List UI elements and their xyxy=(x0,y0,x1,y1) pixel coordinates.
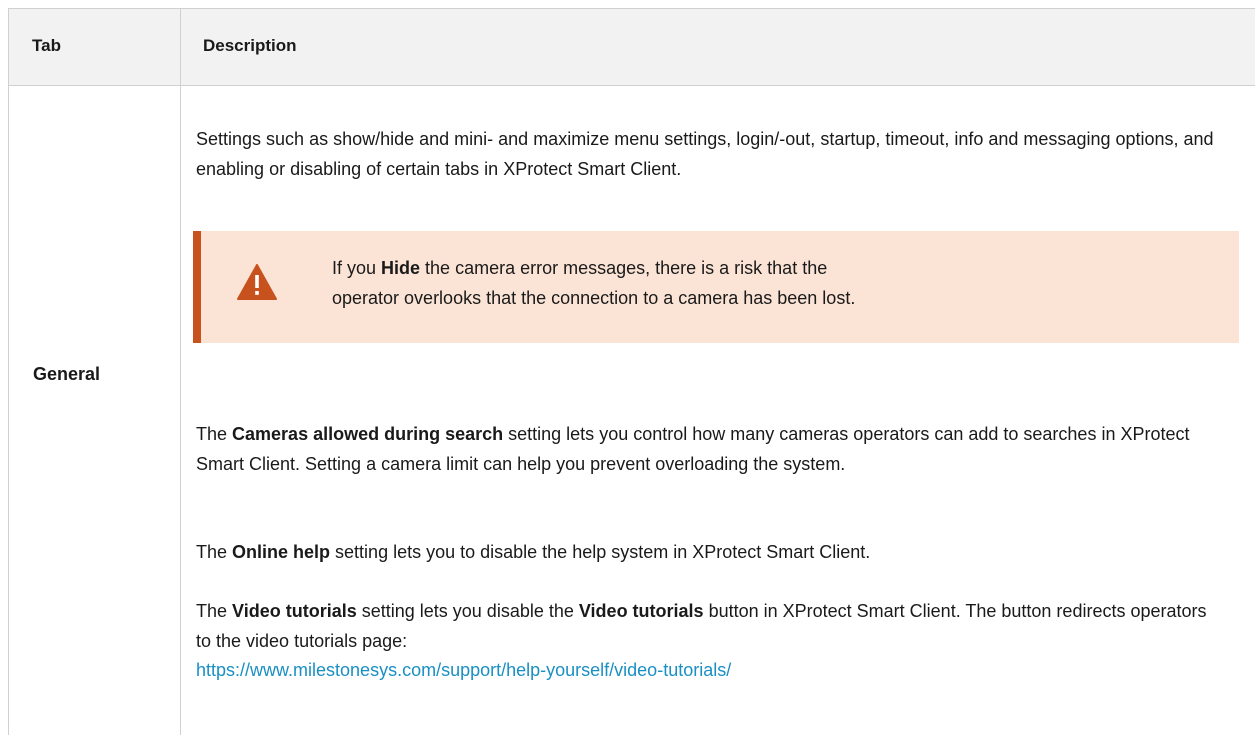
note-text-line2: operator overlooks that the connection t… xyxy=(332,288,856,308)
text-bold-1: Video tutorials xyxy=(232,601,357,621)
warning-icon xyxy=(237,264,277,300)
text-bold: Cameras allowed during search xyxy=(232,424,504,444)
column-divider xyxy=(180,9,181,735)
text-post: setting lets you to disable the help sys… xyxy=(330,542,871,562)
description-paragraph-2: The Cameras allowed during search settin… xyxy=(196,420,1226,479)
text-pre: The xyxy=(196,601,233,621)
description-paragraph-3: The Online help setting lets you to disa… xyxy=(196,538,1226,568)
note-text-post: the camera error messages, there is a ri… xyxy=(420,258,828,278)
text-bold-2: Video tutorials xyxy=(578,601,704,621)
warning-note: If you Hide the camera error messages, t… xyxy=(193,231,1239,343)
video-tutorials-link[interactable]: https://www.milestonesys.com/support/hel… xyxy=(196,660,731,680)
note-text-pre: If you xyxy=(332,258,382,278)
warning-text: If you Hide the camera error messages, t… xyxy=(332,253,1182,313)
text-mid: setting lets you disable the xyxy=(356,601,579,621)
row-tab-general: General xyxy=(33,364,101,384)
text-pre: The xyxy=(196,424,233,444)
text-bold: Online help xyxy=(232,542,331,562)
paragraph-text: Settings such as show/hide and mini- and… xyxy=(196,129,1214,179)
paragraph-text: The Video tutorials setting lets you dis… xyxy=(196,597,1226,686)
text-pre: The xyxy=(196,542,233,562)
note-text-bold: Hide xyxy=(381,258,421,278)
table-header-row: Tab Description xyxy=(9,9,1255,86)
header-description: Description xyxy=(203,36,297,55)
header-tab: Tab xyxy=(32,36,61,55)
description-paragraph-1: Settings such as show/hide and mini- and… xyxy=(196,125,1226,184)
paragraph-text: The Cameras allowed during search settin… xyxy=(196,420,1226,479)
paragraph-text: The Online help setting lets you to disa… xyxy=(196,538,1226,568)
description-paragraph-4: The Video tutorials setting lets you dis… xyxy=(196,597,1226,686)
